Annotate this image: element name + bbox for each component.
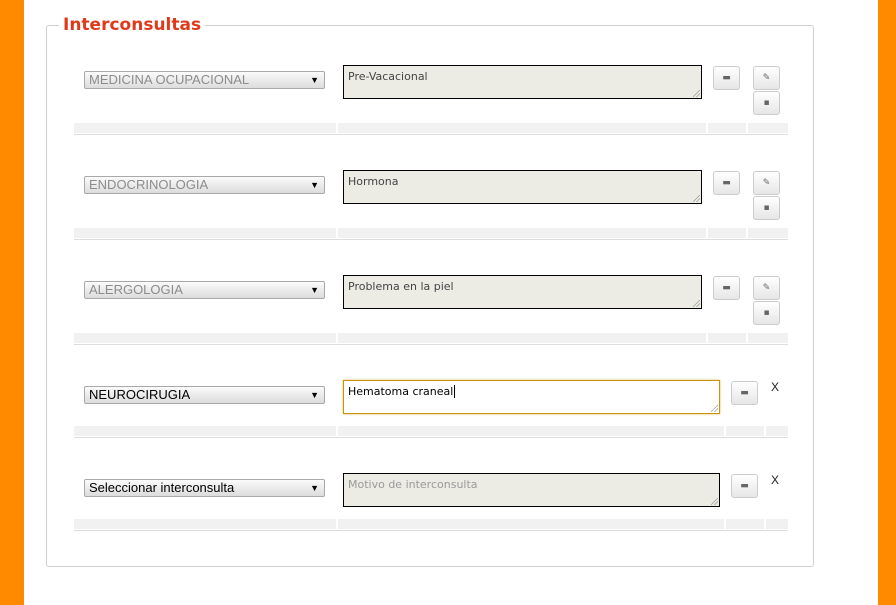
- pencil-icon: ✎: [762, 73, 771, 83]
- row-footer-divider: [336, 333, 338, 343]
- print-button[interactable]: ▬: [713, 171, 740, 195]
- resize-grip-icon: [693, 300, 700, 307]
- remove-row-button[interactable]: X: [771, 380, 779, 394]
- chevron-down-icon: ▼: [310, 390, 319, 400]
- pencil-icon: ✎: [762, 283, 771, 293]
- chevron-down-icon: ▼: [310, 180, 319, 190]
- row-footer-divider: [764, 426, 766, 436]
- page: Interconsultas MEDICINA OCUPACIONAL ▼ Pr…: [24, 0, 878, 605]
- reason-text: Pre-Vacacional: [348, 70, 428, 83]
- reason-text: Hormona: [348, 175, 399, 188]
- specialty-select[interactable]: MEDICINA OCUPACIONAL ▼: [84, 71, 325, 89]
- row-footer-divider: [336, 123, 338, 133]
- reason-textarea[interactable]: Hematoma craneal: [343, 380, 720, 414]
- row-footer-divider: [336, 228, 338, 238]
- print-icon: ▬: [740, 388, 749, 398]
- pencil-icon: ✎: [762, 178, 771, 188]
- chevron-down-icon: ▼: [310, 75, 319, 85]
- row-footer-bar: [74, 333, 788, 343]
- delete-button[interactable]: ▪: [753, 301, 780, 325]
- edit-button[interactable]: ✎: [753, 276, 780, 300]
- reason-textarea[interactable]: Hormona: [343, 170, 702, 204]
- row-footer-divider: [706, 123, 708, 133]
- text-cursor: [454, 385, 456, 398]
- resize-grip-icon: [711, 498, 718, 505]
- trash-icon: ▪: [763, 98, 770, 108]
- resize-grip-icon: [693, 195, 700, 202]
- specialty-select-value: NEUROCIRUGIA: [89, 387, 191, 402]
- row-separator: [74, 134, 788, 135]
- row-footer-divider: [746, 123, 748, 133]
- specialty-select-value: Seleccionar interconsulta: [89, 480, 235, 495]
- row-footer-divider: [764, 519, 766, 529]
- print-icon: ▬: [722, 283, 731, 293]
- row-footer-divider: [706, 333, 708, 343]
- chevron-down-icon: ▼: [310, 285, 319, 295]
- print-icon: ▬: [740, 481, 749, 491]
- specialty-select[interactable]: NEUROCIRUGIA ▼: [84, 386, 325, 404]
- delete-button[interactable]: ▪: [753, 91, 780, 115]
- edit-button[interactable]: ✎: [753, 66, 780, 90]
- row-footer-divider: [746, 228, 748, 238]
- reason-placeholder: Motivo de interconsulta: [348, 478, 478, 491]
- panel-legend: Interconsultas: [63, 15, 202, 35]
- reason-text: Problema en la piel: [348, 280, 454, 293]
- print-icon: ▬: [722, 178, 731, 188]
- delete-button[interactable]: ▪: [753, 196, 780, 220]
- specialty-select-value: ENDOCRINOLOGIA: [89, 177, 209, 192]
- resize-grip-icon: [711, 405, 718, 412]
- row-footer-divider: [706, 228, 708, 238]
- row-separator: [74, 530, 788, 531]
- reason-text: Hematoma craneal: [348, 385, 454, 398]
- print-button[interactable]: ▬: [713, 276, 740, 300]
- specialty-select[interactable]: Seleccionar interconsulta ▼: [84, 479, 325, 497]
- resize-grip-icon: [693, 90, 700, 97]
- row-footer-divider: [724, 426, 726, 436]
- print-button[interactable]: ▬: [731, 381, 758, 405]
- row-footer-divider: [724, 519, 726, 529]
- row-footer-divider: [336, 519, 338, 529]
- row-separator: [74, 239, 788, 240]
- specialty-select-value: MEDICINA OCUPACIONAL: [89, 72, 250, 87]
- reason-textarea[interactable]: Problema en la piel: [343, 275, 702, 309]
- row-footer-bar: [74, 519, 788, 529]
- edit-button[interactable]: ✎: [753, 171, 780, 195]
- row-footer-divider: [746, 333, 748, 343]
- row-footer-bar: [74, 228, 788, 238]
- print-button[interactable]: ▬: [713, 66, 740, 90]
- trash-icon: ▪: [763, 308, 770, 318]
- row-footer-divider: [336, 426, 338, 436]
- reason-textarea[interactable]: Motivo de interconsulta: [343, 473, 720, 507]
- reason-textarea[interactable]: Pre-Vacacional: [343, 65, 702, 99]
- row-footer-bar: [74, 426, 788, 436]
- row-separator: [74, 437, 788, 438]
- specialty-select-value: ALERGOLOGIA: [89, 282, 183, 297]
- row-separator: [74, 344, 788, 345]
- print-icon: ▬: [722, 73, 731, 83]
- print-button[interactable]: ▬: [731, 474, 758, 498]
- row-footer-bar: [74, 123, 788, 133]
- remove-row-button[interactable]: X: [771, 473, 779, 487]
- specialty-select[interactable]: ENDOCRINOLOGIA ▼: [84, 176, 325, 194]
- chevron-down-icon: ▼: [310, 483, 319, 493]
- specialty-select[interactable]: ALERGOLOGIA ▼: [84, 281, 325, 299]
- trash-icon: ▪: [763, 203, 770, 213]
